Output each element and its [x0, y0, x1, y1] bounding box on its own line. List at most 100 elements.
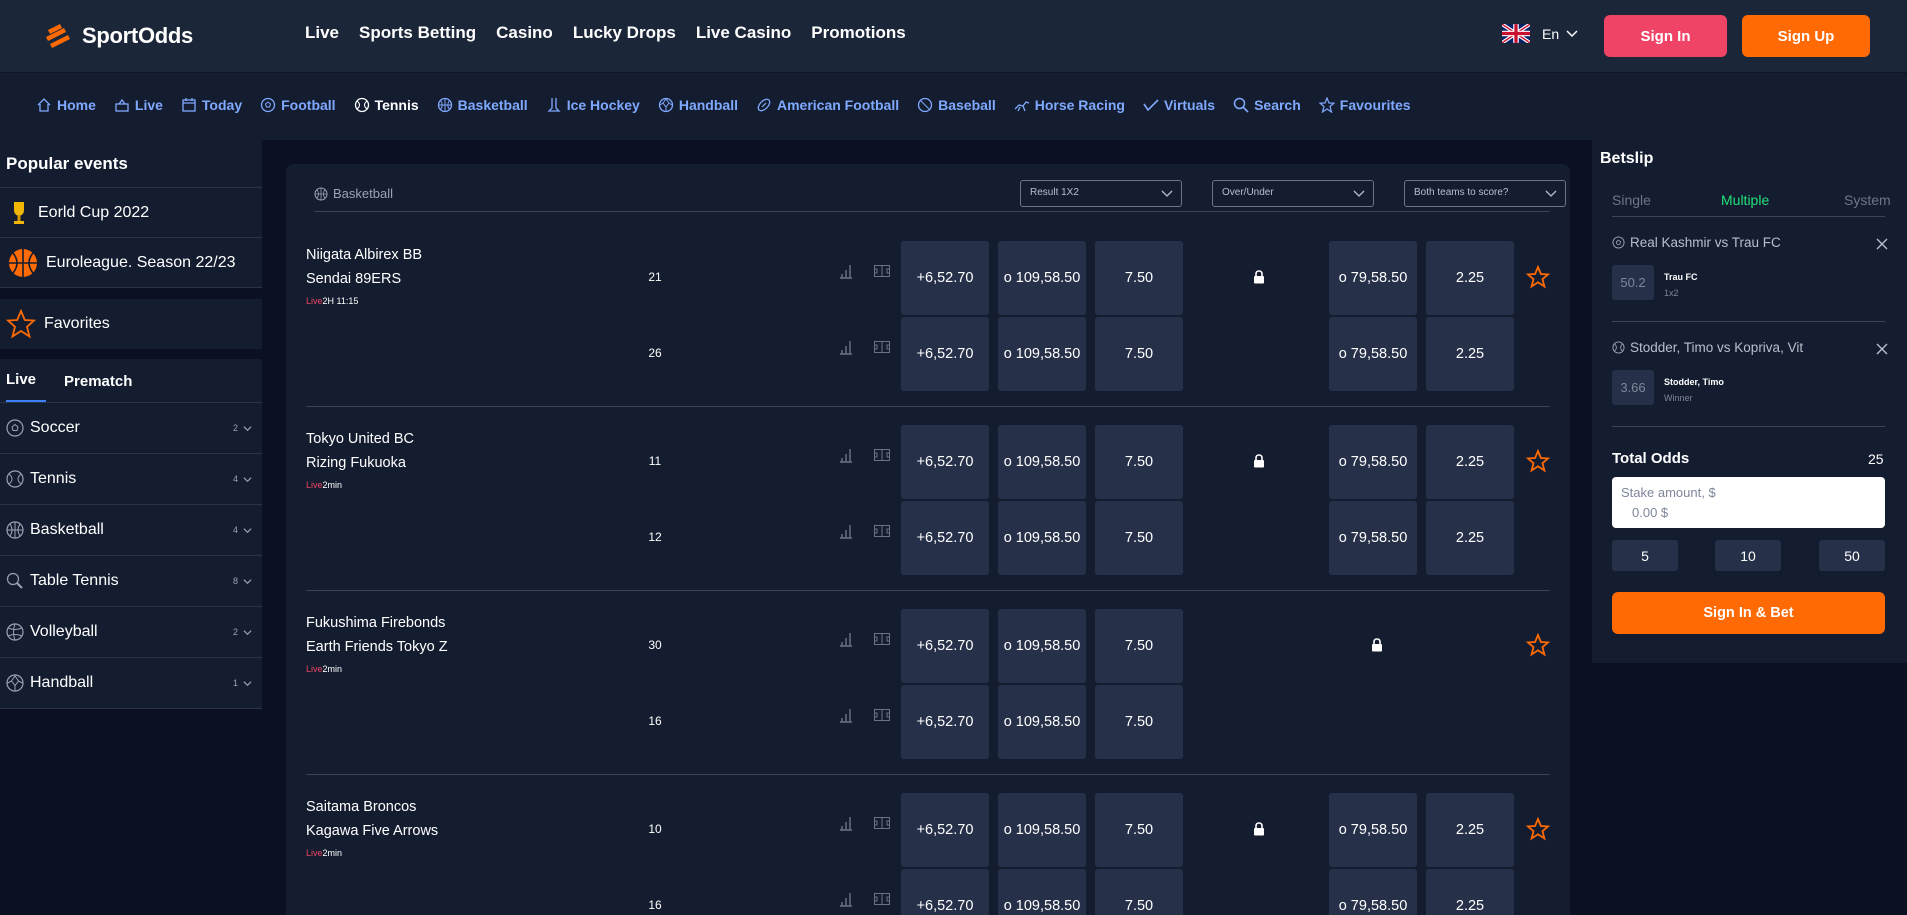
statistics-icon[interactable] [839, 339, 853, 355]
odd-button[interactable]: o 79,58.50 [1329, 501, 1417, 575]
subnav-handball[interactable]: Handball [658, 97, 738, 113]
market-select-btts[interactable]: Both teams to score? [1404, 180, 1566, 207]
field-view-icon[interactable] [874, 525, 890, 537]
odd-button[interactable]: +6,52.70 [901, 685, 989, 759]
field-view-icon[interactable] [874, 265, 890, 277]
odd-button[interactable]: o 109,58.50 [998, 685, 1086, 759]
subnav-today[interactable]: Today [181, 97, 242, 113]
tab-multiple[interactable]: Multiple [1721, 192, 1769, 208]
statistics-icon[interactable] [839, 631, 853, 647]
sign-in-button[interactable]: Sign In [1604, 15, 1727, 57]
odd-button[interactable]: 7.50 [1095, 793, 1183, 867]
favorite-star-icon[interactable] [1526, 633, 1550, 657]
statistics-icon[interactable] [839, 891, 853, 907]
subnav-ice-hockey[interactable]: Ice Hockey [546, 97, 640, 113]
favorite-star-icon[interactable] [1526, 265, 1550, 289]
sidebar-sport-soccer[interactable]: Soccer 2 [0, 403, 262, 454]
odd-button[interactable]: 2.25 [1426, 793, 1514, 867]
odd-button[interactable]: o 79,58.50 [1329, 241, 1417, 315]
favorites-link[interactable]: Favorites [0, 299, 262, 349]
odd-button[interactable]: o 109,58.50 [998, 241, 1086, 315]
logo[interactable]: SportOdds [42, 20, 193, 52]
close-icon[interactable] [1876, 343, 1888, 355]
odd-button[interactable]: 7.50 [1095, 501, 1183, 575]
favorite-star-icon[interactable] [1526, 817, 1550, 841]
odd-button[interactable]: 2.25 [1426, 241, 1514, 315]
subnav-virtuals[interactable]: Virtuals [1143, 97, 1215, 113]
odd-button[interactable]: o 109,58.50 [998, 317, 1086, 391]
subnav-horse-racing[interactable]: Horse Racing [1014, 97, 1125, 113]
odd-button[interactable]: +6,52.70 [901, 241, 989, 315]
odd-button[interactable]: o 79,58.50 [1329, 317, 1417, 391]
odd-button[interactable]: 2.25 [1426, 425, 1514, 499]
subnav-live[interactable]: Live [114, 97, 163, 113]
odd-button[interactable]: +6,52.70 [901, 425, 989, 499]
tab-prematch[interactable]: Prematch [64, 373, 132, 402]
nav-sports-betting[interactable]: Sports Betting [359, 23, 476, 43]
statistics-icon[interactable] [839, 447, 853, 463]
tab-live[interactable]: Live [6, 371, 47, 402]
statistics-icon[interactable] [839, 707, 853, 723]
sidebar-sport-tennis[interactable]: Tennis 4 [0, 454, 262, 505]
quick-stake-5[interactable]: 5 [1612, 540, 1678, 571]
subnav-football[interactable]: Football [260, 97, 336, 113]
field-view-icon[interactable] [874, 633, 890, 645]
odd-button[interactable]: o 109,58.50 [998, 793, 1086, 867]
odd-button[interactable]: +6,52.70 [901, 793, 989, 867]
odd-button[interactable]: 7.50 [1095, 685, 1183, 759]
close-icon[interactable] [1876, 238, 1888, 250]
odd-button[interactable]: +6,52.70 [901, 317, 989, 391]
statistics-icon[interactable] [839, 523, 853, 539]
odd-button[interactable]: o 79,58.50 [1329, 793, 1417, 867]
sidebar-sport-volleyball[interactable]: Volleyball 2 [0, 607, 262, 658]
market-select-over-under[interactable]: Over/Under [1212, 180, 1374, 207]
nav-lucky-drops[interactable]: Lucky Drops [573, 23, 676, 43]
popular-event-world-cup[interactable]: Eorld Cup 2022 [0, 188, 262, 238]
subnav-baseball[interactable]: Baseball [917, 97, 996, 113]
odd-button[interactable]: 2.25 [1426, 317, 1514, 391]
statistics-icon[interactable] [839, 263, 853, 279]
odd-button[interactable]: 7.50 [1095, 609, 1183, 683]
stake-input[interactable]: Stake amount, $ 0.00 $ [1612, 477, 1885, 528]
odd-button[interactable]: o 109,58.50 [998, 501, 1086, 575]
quick-stake-50[interactable]: 50 [1819, 540, 1885, 571]
sign-in-and-bet-button[interactable]: Sign In & Bet [1612, 592, 1885, 634]
statistics-icon[interactable] [839, 815, 853, 831]
odd-button[interactable]: o 109,58.50 [998, 425, 1086, 499]
tab-system[interactable]: System [1844, 192, 1891, 208]
sidebar-sport-basketball[interactable]: Basketball 4 [0, 505, 262, 556]
sign-up-button[interactable]: Sign Up [1742, 15, 1870, 57]
odd-button[interactable]: 7.50 [1095, 317, 1183, 391]
favorite-star-icon[interactable] [1526, 449, 1550, 473]
subnav-home[interactable]: Home [36, 97, 96, 113]
sidebar-sport-table-tennis[interactable]: Table Tennis 8 [0, 556, 262, 607]
odd-button[interactable]: o 109,58.50 [998, 869, 1086, 915]
market-select-result[interactable]: Result 1X2 [1020, 180, 1182, 207]
odd-button[interactable]: o 109,58.50 [998, 609, 1086, 683]
subnav-favourites[interactable]: Favourites [1318, 97, 1411, 113]
subnav-tennis[interactable]: Tennis [354, 97, 419, 113]
odd-button[interactable]: o 79,58.50 [1329, 425, 1417, 499]
subnav-basketball[interactable]: Basketball [437, 97, 528, 113]
odd-button[interactable]: 2.25 [1426, 869, 1514, 915]
field-view-icon[interactable] [874, 341, 890, 353]
odd-button[interactable]: 2.25 [1426, 501, 1514, 575]
quick-stake-10[interactable]: 10 [1715, 540, 1781, 571]
odd-button[interactable]: +6,52.70 [901, 609, 989, 683]
subnav-search[interactable]: Search [1233, 97, 1301, 113]
field-view-icon[interactable] [874, 893, 890, 905]
nav-casino[interactable]: Casino [496, 23, 553, 43]
language-selector[interactable]: En [1502, 24, 1579, 43]
nav-live[interactable]: Live [305, 23, 339, 43]
odd-button[interactable]: +6,52.70 [901, 869, 989, 915]
nav-promotions[interactable]: Promotions [811, 23, 905, 43]
popular-event-euroleague[interactable]: Euroleague. Season 22/23 [0, 238, 262, 288]
field-view-icon[interactable] [874, 449, 890, 461]
subnav-american-football[interactable]: American Football [756, 97, 899, 113]
odd-button[interactable]: 7.50 [1095, 241, 1183, 315]
sidebar-sport-handball[interactable]: Handball 1 [0, 658, 262, 709]
field-view-icon[interactable] [874, 709, 890, 721]
tab-single[interactable]: Single [1612, 192, 1651, 208]
nav-live-casino[interactable]: Live Casino [696, 23, 791, 43]
odd-button[interactable]: o 79,58.50 [1329, 869, 1417, 915]
